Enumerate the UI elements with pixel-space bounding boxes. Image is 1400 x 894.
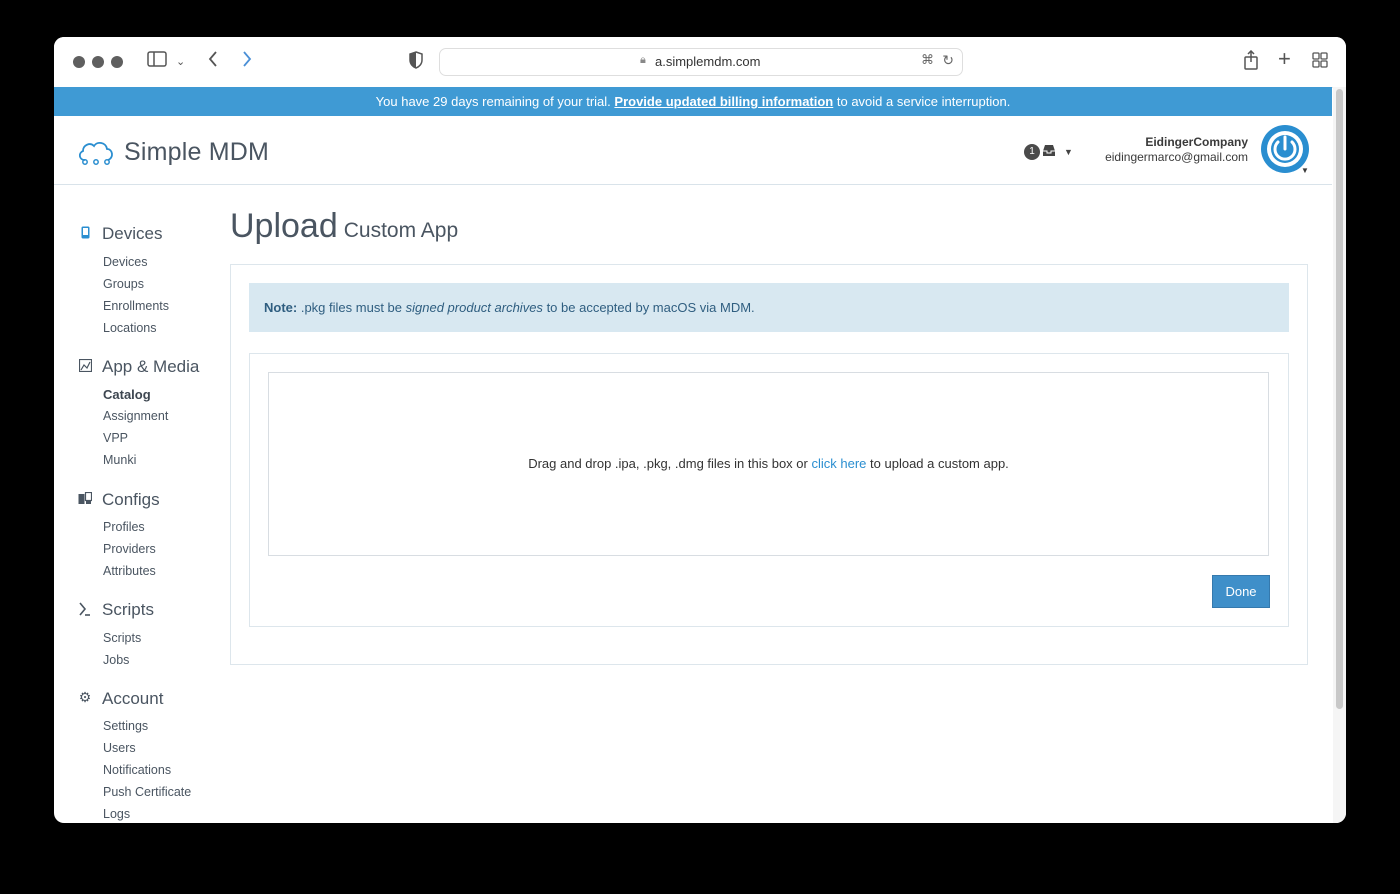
sidebar-heading-scripts[interactable]: Scripts [102,600,154,620]
page-title: Upload Custom App [230,207,458,246]
address-bar[interactable]: 🔒︎ a.simplemdm.com ⌘ ↻ [439,48,963,76]
sidebar-item-users[interactable]: Users [103,741,136,755]
sidebar-item-enrollments[interactable]: Enrollments [103,299,169,313]
click-here-link[interactable]: click here [811,456,866,471]
account-caret-icon[interactable]: ▼ [1301,166,1309,175]
sidebar-item-settings[interactable]: Settings [103,719,148,733]
dropzone-text: Drag and drop .ipa, .pkg, .dmg files in … [528,456,808,471]
lock-icon: 🔒︎ [640,54,646,66]
sidebar-item-scripts[interactable]: Scripts [103,631,141,645]
sidebar-item-push-certificate[interactable]: Push Certificate [103,785,191,799]
sidebar-item-attributes[interactable]: Attributes [103,564,156,578]
notification-count-badge: 1 [1024,144,1040,160]
sidebar-heading-configs[interactable]: Configs [102,490,160,510]
sidebar-item-providers[interactable]: Providers [103,542,156,556]
sidebar-item-jobs[interactable]: Jobs [103,653,129,667]
configs-icon [76,491,94,508]
sidebar-heading-account[interactable]: Account [102,689,163,709]
page-subtitle: Custom App [343,219,459,242]
caret-down-icon: ▼ [1064,147,1073,157]
trial-banner: You have 29 days remaining of your trial… [54,87,1332,116]
translate-icon[interactable]: ⌘ [921,52,934,68]
file-dropzone[interactable]: Drag and drop .ipa, .pkg, .dmg files in … [268,372,1269,556]
trial-banner-text: You have 29 days remaining of your trial… [375,94,611,109]
new-tab-icon[interactable]: + [1278,48,1291,70]
dropzone-text-end: to upload a custom app. [870,456,1009,471]
sidebar-item-logs[interactable]: Logs [103,807,130,821]
sidebar: Devices Devices Groups Enrollments Locat… [54,184,230,823]
privacy-shield-icon[interactable] [408,51,424,73]
note-label: Note: [264,300,298,315]
address-bar-url: a.simplemdm.com [655,54,761,69]
share-icon[interactable] [1243,49,1259,74]
cloud-logo-icon [78,142,113,165]
page-title-main: Upload [230,207,338,245]
sidebar-item-assignment[interactable]: Assignment [103,409,168,423]
account-info[interactable]: EidingerCompany eidingermarco@gmail.com [1105,135,1248,165]
minimize-window-button[interactable] [92,56,104,68]
sidebar-item-vpp[interactable]: VPP [103,431,128,445]
browser-toolbar: ⌄ 🔒︎ a.simplemdm.com ⌘ ↻ + [54,37,1346,88]
sidebar-item-notifications[interactable]: Notifications [103,763,171,777]
sidebar-item-groups[interactable]: Groups [103,277,144,291]
apps-icon [76,358,94,375]
sidebar-heading-devices[interactable]: Devices [102,224,162,244]
sidebar-item-devices[interactable]: Devices [103,255,147,269]
logo-text: Simple MDM [124,138,270,166]
close-window-button[interactable] [73,56,85,68]
sidebar-heading-app-media[interactable]: App & Media [102,357,199,377]
page-scrollbar[interactable] [1333,87,1346,823]
phone-icon [76,226,94,242]
company-name: EidingerCompany [1145,135,1248,149]
sidebar-item-munki[interactable]: Munki [103,453,136,467]
chevron-down-icon[interactable]: ⌄ [176,52,185,72]
browser-window: ⌄ 🔒︎ a.simplemdm.com ⌘ ↻ + You have 29 d… [54,37,1346,823]
billing-link[interactable]: Provide updated billing information [614,94,833,109]
sidebar-item-catalog[interactable]: Catalog [103,387,151,402]
pkg-note-alert: Note: .pkg files must be signed product … [249,283,1289,332]
sidebar-toggle-icon[interactable] [147,51,167,71]
note-text: .pkg files must be [300,300,402,315]
account-email: eidingermarco@gmail.com [1105,150,1248,164]
sidebar-item-profiles[interactable]: Profiles [103,520,145,534]
app-header: Simple MDM 1 ▼ EidingerCompany eidingerm… [54,116,1332,185]
scripts-icon [76,602,94,619]
forward-icon[interactable] [241,50,253,72]
trial-banner-suffix: to avoid a service interruption. [836,94,1011,109]
sidebar-item-locations[interactable]: Locations [103,321,157,335]
done-button[interactable]: Done [1212,575,1270,608]
zoom-window-button[interactable] [111,56,123,68]
tab-overview-icon[interactable] [1312,52,1328,72]
reload-icon[interactable]: ↻ [942,52,954,69]
note-text-end: to be accepted by macOS via MDM. [546,300,755,315]
back-icon[interactable] [207,50,219,72]
inbox-icon [1042,144,1056,160]
scrollbar-thumb[interactable] [1336,89,1343,709]
gear-icon: ⚙ [78,689,92,705]
note-italic: signed product archives [405,300,543,315]
